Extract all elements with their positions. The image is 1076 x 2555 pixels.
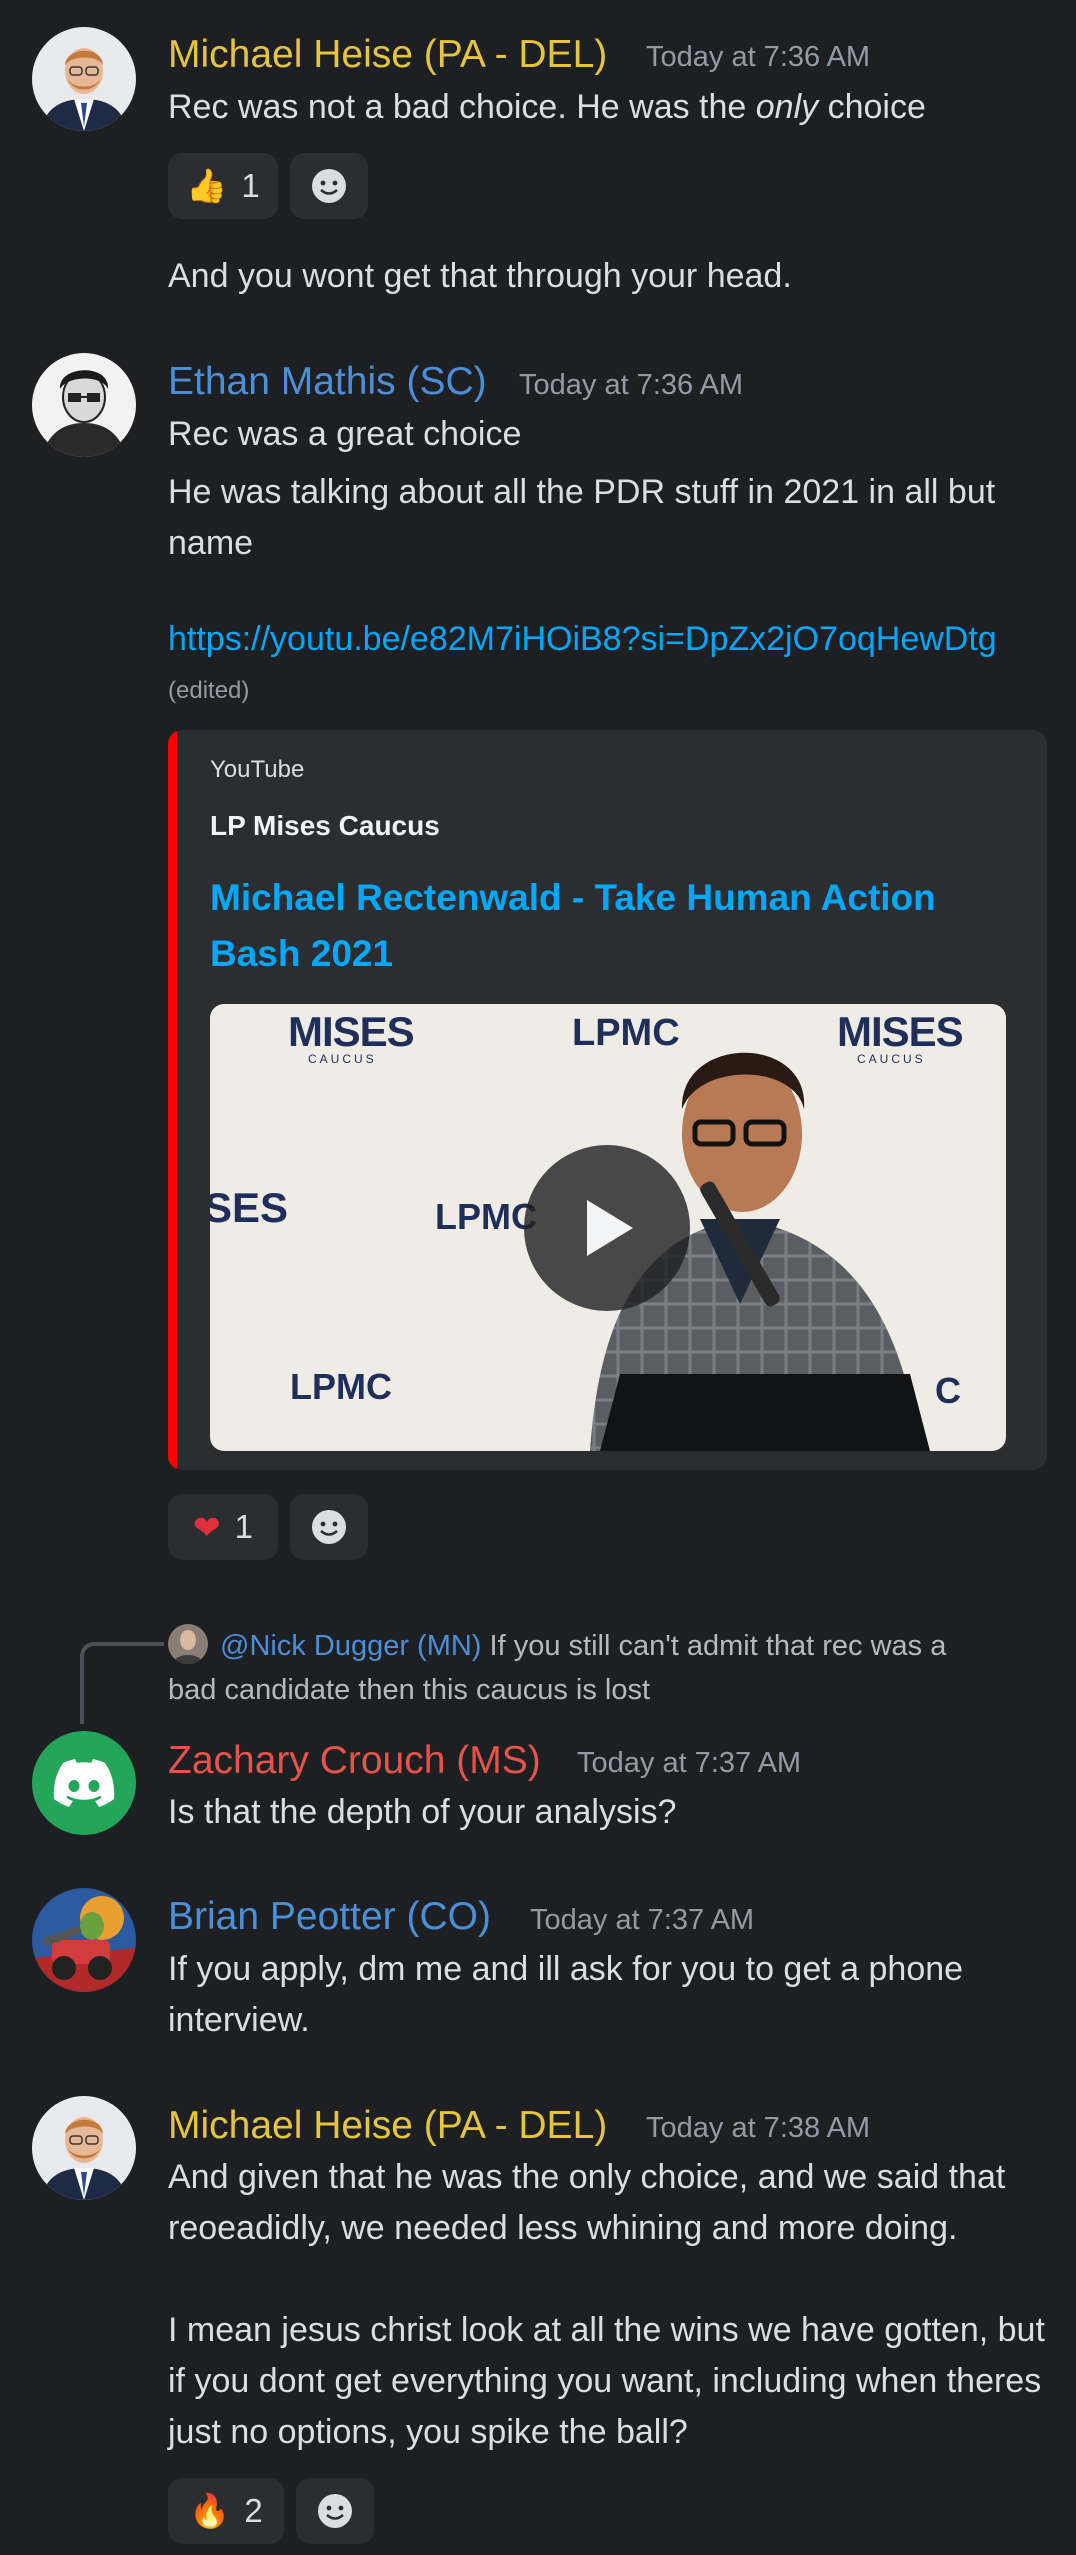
reaction-thumbs-up[interactable]: 👍 1 [168, 153, 278, 219]
avatar-brian-peotter[interactable] [32, 1888, 136, 1992]
reaction-count: 2 [244, 2492, 263, 2529]
message-text: Rec was a great choice [168, 415, 522, 453]
embed-author[interactable]: LP Mises Caucus [210, 810, 440, 842]
thumbnail-logo: SES [210, 1184, 289, 1231]
message-text: If you apply, dm me and ill ask for you … [168, 1950, 964, 2039]
author-name[interactable]: Brian Peotter (CO) [168, 1897, 491, 1936]
discord-logo-icon [53, 1759, 115, 1807]
reply-preview[interactable]: @Nick Dugger (MN) If you still can't adm… [168, 1624, 988, 1712]
reaction-heart[interactable]: ❤ 1 [168, 1494, 278, 1560]
reaction-fire[interactable]: 🔥 2 [168, 2478, 284, 2544]
youtube-link[interactable]: https://youtu.be/e82M7iHOiB8?si=DpZx2jO7… [168, 620, 997, 659]
heart-icon: ❤ [192, 1508, 221, 1546]
timestamp: Today at 7:38 AM [646, 2112, 871, 2144]
add-reaction-button[interactable] [290, 153, 368, 219]
reaction-count: 1 [241, 167, 260, 204]
play-button[interactable] [524, 1145, 690, 1311]
author-name[interactable]: Zachary Crouch (MS) [168, 1741, 541, 1780]
embed-title[interactable]: Michael Rectenwald - Take Human Action B… [210, 870, 1000, 982]
avatar-michael-heise[interactable] [32, 2096, 136, 2200]
timestamp: Today at 7:37 AM [577, 1747, 802, 1779]
message-text: And given that he was the only choice, a… [168, 2158, 1006, 2247]
avatar-ethan-mathis[interactable] [32, 353, 136, 457]
timestamp: Today at 7:37 AM [530, 1904, 755, 1936]
message-text: I mean jesus christ look at all the wins… [168, 2311, 1045, 2451]
message-text: Rec was not a bad choice. He was the onl… [168, 88, 926, 126]
embed-accent-bar [168, 730, 177, 1470]
video-thumbnail[interactable]: MISES CAUCUS LPMC MISES CAUCUS SES LPMC … [210, 1004, 1006, 1451]
embed-provider: YouTube [210, 756, 305, 783]
message-text: Is that the depth of your analysis? [168, 1793, 677, 1831]
author-name[interactable]: Michael Heise (PA - DEL) [168, 35, 607, 74]
author-name[interactable]: Michael Heise (PA - DEL) [168, 2106, 607, 2145]
add-reaction-button[interactable] [296, 2478, 374, 2544]
play-icon [587, 1200, 633, 1256]
avatar-zachary-crouch[interactable] [32, 1731, 136, 1835]
message-text: And you wont get that through your head. [168, 257, 792, 295]
author-name[interactable]: Ethan Mathis (SC) [168, 362, 487, 401]
thumbnail-logo: MISES [288, 1008, 415, 1055]
thumbs-up-icon: 👍 [186, 166, 228, 204]
reply-mention[interactable]: @Nick Dugger (MN) [220, 1630, 481, 1662]
reaction-count: 1 [234, 1508, 253, 1545]
fire-icon: 🔥 [189, 2491, 231, 2529]
add-reaction-button[interactable] [290, 1494, 368, 1560]
smiley-icon [312, 169, 346, 203]
thumbnail-logo: LPMC [290, 1366, 392, 1407]
timestamp: Today at 7:36 AM [646, 41, 871, 73]
message-text: He was talking about all the PDR stuff i… [168, 473, 996, 562]
thumbnail-caption: CAUCUS [308, 1052, 377, 1066]
timestamp: Today at 7:36 AM [519, 369, 744, 401]
smiley-icon [312, 1510, 346, 1544]
smiley-icon [318, 2494, 352, 2528]
edited-label: (edited) [168, 677, 250, 704]
reply-spine [80, 1642, 164, 1724]
avatar-michael-heise[interactable] [32, 27, 136, 131]
youtube-embed: YouTube LP Mises Caucus Michael Rectenwa… [168, 730, 1047, 1470]
